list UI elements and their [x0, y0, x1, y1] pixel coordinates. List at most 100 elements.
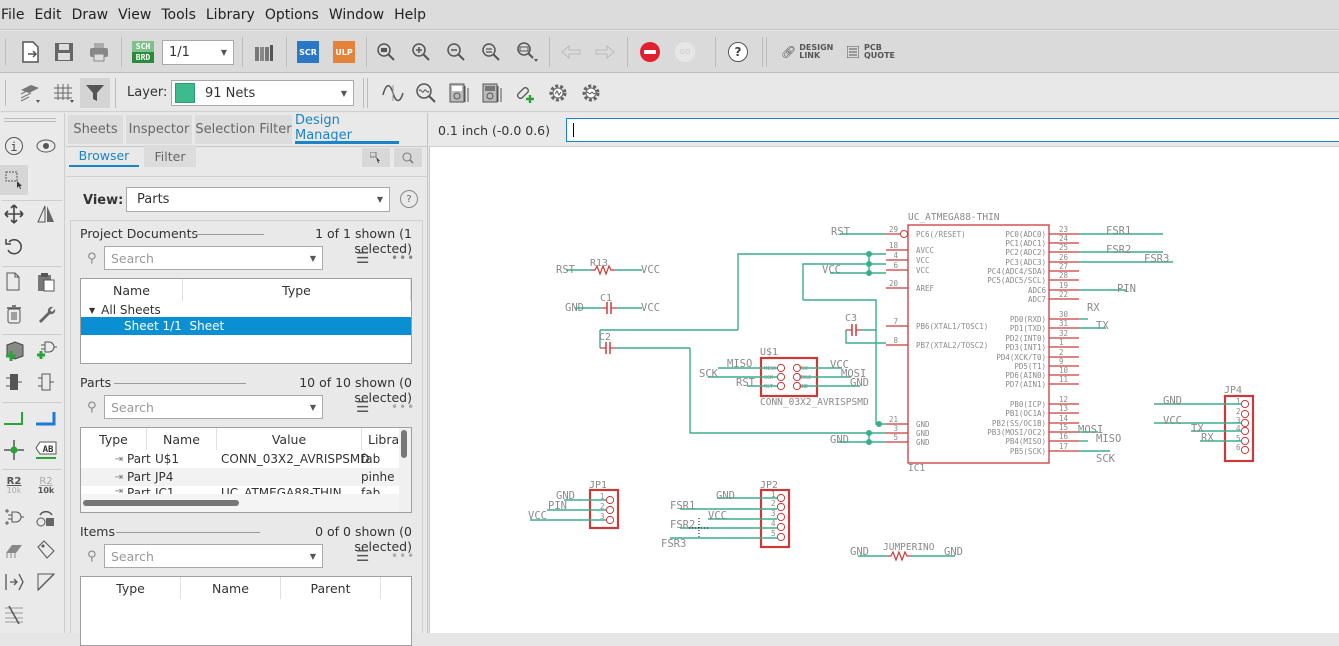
smash-tool[interactable] [33, 505, 59, 531]
list-view-icon[interactable]: ☰ [356, 249, 369, 267]
tab-sheets[interactable]: Sheets [68, 115, 123, 144]
label-tool[interactable]: AB [33, 437, 59, 463]
column-header-name[interactable]: Name [181, 577, 281, 599]
zoom-redraw-button[interactable] [479, 40, 503, 64]
project-documents-search[interactable]: Search ▼ [104, 246, 323, 270]
invoke-tool[interactable] [1, 505, 27, 531]
menu-tools[interactable]: Tools [156, 0, 201, 30]
column-header-value[interactable]: Value [217, 428, 362, 450]
column-header-type[interactable]: Type [183, 279, 411, 301]
more-tools[interactable] [1, 601, 27, 627]
voltage-probe-button[interactable] [446, 80, 472, 106]
add-sim-link-button[interactable] [512, 80, 538, 106]
table-row[interactable]: Sheet 1/1 Sheet [81, 317, 411, 335]
more-options-icon[interactable]: ••• [391, 251, 415, 265]
zoom-in-button[interactable] [409, 40, 433, 64]
more-options-icon[interactable]: ••• [391, 549, 415, 563]
column-header-type[interactable]: Type [81, 428, 147, 450]
zoom-select-button[interactable] [514, 40, 542, 64]
schematic-drawing[interactable]: UC_ATMEGA88-THINIC129PC6(/RESET)18AVCC4V… [430, 147, 1339, 633]
view-select[interactable]: Parts ▼ [126, 187, 390, 212]
redo-button[interactable] [593, 40, 617, 64]
tab-design-manager[interactable]: Design Manager [295, 113, 399, 144]
layer-settings-button[interactable] [16, 80, 44, 106]
script-button[interactable]: SCR [297, 41, 319, 63]
column-header-parent[interactable]: Parent [281, 577, 381, 599]
pin-swap-tool[interactable] [33, 369, 59, 395]
name-tool[interactable]: R2 10k [1, 473, 27, 499]
subtab-browser[interactable]: Browser [69, 145, 139, 167]
grid-button[interactable] [50, 80, 78, 106]
menu-edit[interactable]: Edit [29, 0, 66, 30]
frame-tool[interactable] [33, 569, 59, 595]
paste-tool[interactable] [33, 269, 59, 295]
command-line-input[interactable] [566, 118, 1339, 142]
menu-draw[interactable]: Draw [67, 0, 114, 30]
package-tool[interactable] [1, 537, 27, 563]
table-row[interactable]: ⇥ Part IC1 UC_ATMEGA88-THIN fab [81, 486, 399, 494]
select-in-canvas-button[interactable] [362, 148, 390, 167]
list-view-icon[interactable]: ☰ [356, 398, 369, 416]
probe-button[interactable] [413, 80, 439, 106]
filter-button[interactable] [80, 78, 110, 108]
vertical-scrollbar[interactable] [401, 430, 407, 458]
bus-tool[interactable] [33, 405, 59, 431]
column-header-type[interactable]: Type [81, 577, 181, 599]
group-select-tool[interactable] [0, 165, 28, 195]
menu-options[interactable]: Options [260, 0, 324, 30]
go-button[interactable]: GO [673, 40, 697, 64]
help-button[interactable]: ? [726, 40, 750, 64]
zoom-out-button[interactable] [444, 40, 468, 64]
undo-button[interactable] [559, 40, 583, 64]
ulp-button[interactable]: ULP [333, 41, 355, 63]
wire-tool[interactable] [1, 405, 27, 431]
save-button[interactable] [50, 39, 78, 65]
replace-tool[interactable] [1, 369, 27, 395]
new-file-button[interactable] [16, 39, 44, 65]
more-options-icon[interactable]: ••• [391, 400, 415, 414]
copy-tool[interactable] [1, 269, 27, 295]
pcb-quote-button[interactable]: PCB QUOTE [847, 41, 897, 63]
port-tool[interactable] [1, 569, 27, 595]
delete-tool[interactable] [1, 301, 27, 327]
mirror-tool[interactable] [33, 201, 59, 227]
menu-library[interactable]: Library [201, 0, 260, 30]
add-part-tool[interactable] [1, 337, 27, 363]
table-row[interactable]: ⇥ Part JP4 pinhe [81, 468, 399, 486]
design-link-button[interactable]: 🔗︎ DESIGN LINK [781, 41, 833, 63]
zoom-fit-button[interactable] [374, 40, 398, 64]
subtab-filter[interactable]: Filter [144, 145, 196, 167]
sim-run-settings-button[interactable] [578, 80, 604, 106]
parts-search[interactable]: Search ▼ [104, 395, 323, 419]
items-search[interactable]: Search ▼ [104, 544, 323, 568]
zoom-to-selection-button[interactable] [394, 148, 422, 167]
junction-tool[interactable] [1, 437, 27, 463]
menu-file[interactable]: File [0, 0, 29, 30]
attribute-tool[interactable] [33, 537, 59, 563]
view-help-button[interactable]: ? [400, 190, 418, 208]
value-tool[interactable]: R2 10k [33, 473, 59, 499]
layer-select[interactable]: 91 Nets ▼ [171, 80, 354, 106]
schematic-canvas[interactable]: UC_ATMEGA88-THIN IC1 29 PC6(/RESET) 18 AVCC 4 V… [429, 147, 1339, 633]
change-tool[interactable] [33, 301, 59, 327]
current-probe-button[interactable] [479, 80, 505, 106]
menu-window[interactable]: Window [324, 0, 389, 30]
column-header-library[interactable]: Libra [362, 428, 400, 450]
sheet-select[interactable]: 1/1 ▼ [162, 40, 234, 65]
info-tool[interactable]: i [1, 133, 27, 159]
rotate-tool[interactable] [1, 233, 27, 259]
library-manager-button[interactable] [252, 39, 276, 65]
tab-inspector[interactable]: Inspector [126, 115, 192, 144]
move-tool[interactable] [1, 201, 27, 227]
table-row[interactable]: ⇥ Part U$1 CONN_03X2_AVRISPSMD fab [81, 450, 399, 468]
column-header-name[interactable]: Name [81, 279, 183, 301]
tab-selection-filter[interactable]: Selection Filter [195, 115, 292, 144]
menu-help[interactable]: Help [389, 0, 431, 30]
stop-button[interactable] [638, 40, 662, 64]
sim-settings-button[interactable] [545, 80, 571, 106]
sch-brd-switch-button[interactable]: SCH BRD [131, 40, 155, 64]
print-button[interactable] [85, 39, 113, 65]
add-gate-tool[interactable] [33, 337, 59, 363]
column-header-name[interactable]: Name [147, 428, 217, 450]
menu-view[interactable]: View [113, 0, 156, 30]
